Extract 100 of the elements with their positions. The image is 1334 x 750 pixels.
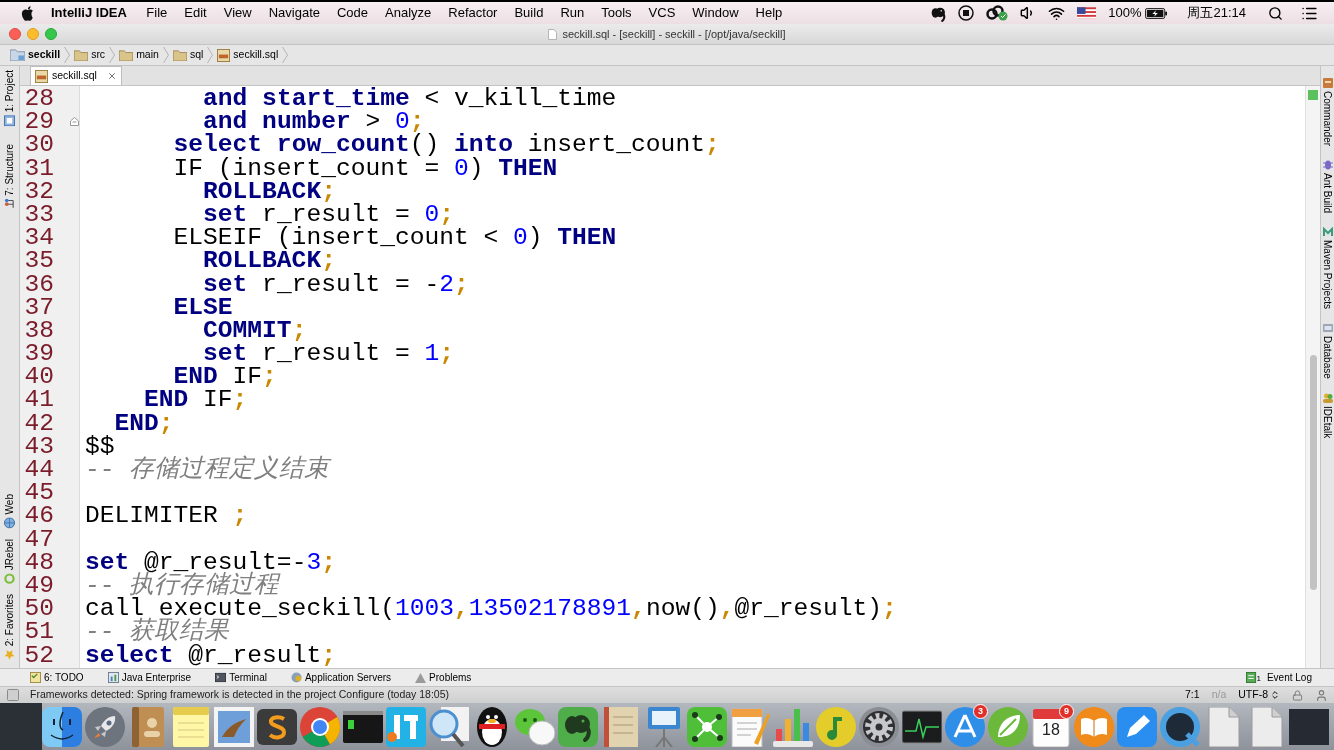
cabinet-icon bbox=[1322, 78, 1333, 88]
tool-window-button[interactable]: IDEtalk bbox=[1320, 392, 1334, 439]
breadcrumb[interactable]: seckill bbox=[10, 47, 61, 63]
code-line: COMMIT; bbox=[202, 318, 307, 343]
record-icon[interactable] bbox=[958, 5, 975, 21]
notification-badge: 3 bbox=[973, 703, 988, 719]
separator-icon bbox=[64, 47, 71, 63]
menu-item[interactable]: Edit bbox=[175, 3, 216, 23]
encoding-selector[interactable]: UTF-8 bbox=[1238, 687, 1280, 703]
ring-icon bbox=[4, 572, 15, 584]
code-editor[interactable] bbox=[80, 86, 1305, 668]
s-logo-icon[interactable] bbox=[257, 706, 297, 747]
app-store-icon[interactable] bbox=[945, 706, 985, 747]
tool-window-button[interactable]: Java Enterprise bbox=[107, 670, 192, 685]
tool-window-button[interactable]: JRebel bbox=[2, 538, 17, 584]
zoom-button[interactable] bbox=[45, 28, 57, 40]
tool-window-button[interactable]: 2: Favorites bbox=[2, 593, 17, 660]
apple-icon[interactable] bbox=[21, 5, 34, 21]
menu-item[interactable]: Code bbox=[328, 3, 377, 23]
smiling-face-icon[interactable] bbox=[42, 706, 82, 747]
menu-item[interactable]: Build bbox=[505, 3, 552, 23]
tool-window-button[interactable]: 1: Project bbox=[2, 70, 17, 127]
project-folder-icon bbox=[10, 49, 25, 61]
notebook-icon[interactable] bbox=[601, 706, 641, 747]
event-log-button[interactable]: 1 Event Log bbox=[1245, 670, 1312, 685]
tool-window-button[interactable]: Database bbox=[1320, 323, 1334, 379]
tool-window-button[interactable]: Problems bbox=[415, 670, 472, 685]
event-count: 1 bbox=[1256, 675, 1261, 683]
flag-icon[interactable] bbox=[1077, 7, 1097, 19]
code-line: END IF; bbox=[173, 365, 277, 389]
scrollbar-thumb[interactable] bbox=[1309, 355, 1317, 590]
menu-item[interactable]: Help bbox=[747, 3, 791, 23]
rocket-icon[interactable] bbox=[85, 706, 125, 747]
tool-window-button[interactable]: Maven Projects bbox=[1320, 227, 1334, 309]
separator-icon bbox=[162, 47, 169, 63]
notepad-icon[interactable] bbox=[171, 706, 211, 747]
battery-icon[interactable] bbox=[1145, 7, 1168, 19]
tool-window-button[interactable]: Commander bbox=[1320, 78, 1334, 147]
tool-window-button[interactable]: 6: TODO bbox=[30, 670, 84, 685]
breadcrumb[interactable]: src bbox=[74, 47, 106, 63]
code-line: and start_time < v_kill_time bbox=[202, 87, 617, 111]
mind-map-icon[interactable] bbox=[687, 706, 727, 747]
menu-item[interactable]: File bbox=[137, 3, 176, 23]
line-number: 33 bbox=[23, 202, 54, 227]
code-line: set r_result = 0; bbox=[202, 202, 454, 227]
editor-tab[interactable]: seckill.sql bbox=[30, 66, 122, 85]
breadcrumb[interactable]: sql bbox=[172, 47, 204, 63]
breadcrumb[interactable]: main bbox=[119, 47, 159, 63]
tool-window-button[interactable]: Application Servers bbox=[290, 670, 392, 685]
menu-item[interactable]: Analyze bbox=[376, 3, 440, 23]
caret-position[interactable]: 7:1 bbox=[1185, 687, 1200, 703]
pen-icon[interactable] bbox=[1117, 706, 1157, 747]
menu-item[interactable]: Tools bbox=[592, 3, 641, 23]
q-ring-icon[interactable] bbox=[1160, 706, 1200, 747]
menu-item[interactable]: Window bbox=[683, 3, 748, 23]
code-line: set r_result = 1; bbox=[203, 342, 454, 366]
close-icon[interactable] bbox=[106, 71, 117, 81]
line-number: 36 bbox=[23, 272, 54, 296]
calendar-icon[interactable] bbox=[1031, 706, 1071, 747]
line-number: 29 bbox=[23, 110, 54, 134]
line-number: 34 bbox=[23, 226, 54, 250]
code-line: set r_result = -2; bbox=[202, 272, 469, 296]
menu-item[interactable]: VCS bbox=[640, 3, 684, 23]
notification-badge: 9 bbox=[1059, 703, 1074, 719]
separator-icon bbox=[207, 47, 214, 63]
star-icon bbox=[4, 649, 15, 660]
breadcrumb[interactable]: seckill.sql bbox=[217, 47, 279, 63]
window-thumbnail-icon[interactable] bbox=[1289, 706, 1329, 747]
status-square-icon bbox=[1308, 90, 1318, 100]
fold-marker-icon[interactable] bbox=[70, 117, 79, 127]
photo-icon[interactable] bbox=[214, 706, 254, 747]
separator-icon bbox=[109, 47, 116, 63]
bar-chart-icon[interactable] bbox=[773, 706, 813, 747]
code-line: END IF; bbox=[143, 388, 248, 412]
elephant-icon[interactable] bbox=[558, 706, 598, 747]
gear-icon[interactable] bbox=[859, 706, 899, 747]
menu-bar-clock[interactable]: 周五21:14 bbox=[1187, 3, 1246, 23]
linked-rings-icon[interactable] bbox=[986, 5, 1009, 21]
menu-item[interactable]: Navigate bbox=[260, 3, 329, 23]
menu-item[interactable]: Run bbox=[551, 3, 593, 23]
person-icon[interactable] bbox=[1315, 688, 1328, 702]
tool-window-button[interactable]: Terminal bbox=[215, 670, 267, 685]
lock-icon[interactable] bbox=[1292, 689, 1303, 701]
tile-logo-icon[interactable] bbox=[386, 706, 426, 747]
tool-window-button[interactable]: 7: Structure bbox=[2, 144, 17, 210]
magnifier-icon[interactable] bbox=[429, 706, 469, 747]
line-number: 38 bbox=[23, 318, 54, 343]
menu-item[interactable]: Refactor bbox=[439, 3, 506, 23]
close-button[interactable] bbox=[9, 28, 21, 40]
warning-triangle-icon bbox=[415, 672, 427, 683]
server-icon bbox=[290, 672, 302, 683]
code-line: ELSEIF (insert_count < 0) THEN bbox=[172, 226, 617, 250]
tool-window-button[interactable]: Web bbox=[2, 494, 17, 529]
file-icon bbox=[548, 28, 558, 40]
app-menu[interactable]: IntelliJ IDEA bbox=[50, 3, 128, 23]
round-logo-icon[interactable] bbox=[300, 706, 340, 747]
search-icon[interactable] bbox=[1268, 5, 1283, 21]
tool-window-button[interactable]: Ant Build bbox=[1320, 160, 1334, 214]
code-line: $$ bbox=[85, 434, 115, 458]
menu-item[interactable]: View bbox=[215, 3, 261, 23]
